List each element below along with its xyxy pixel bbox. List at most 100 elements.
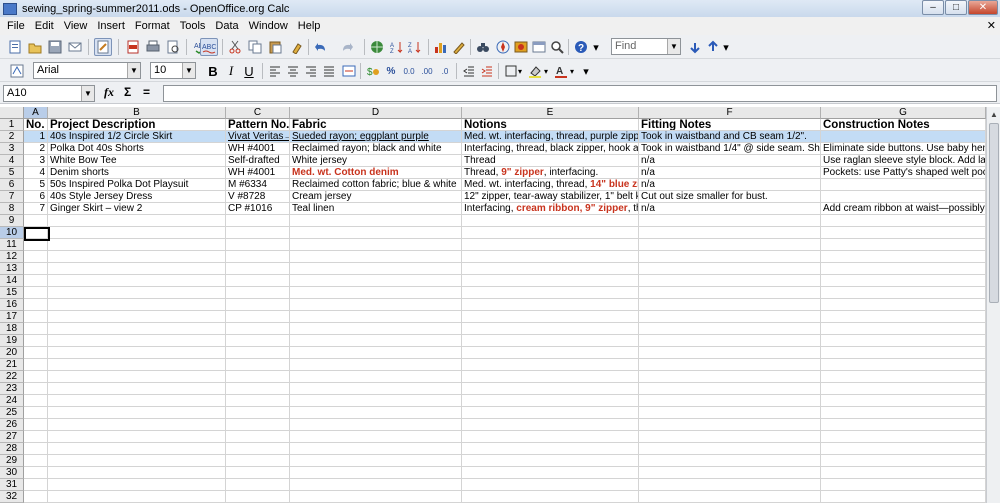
empty-cell[interactable] — [290, 215, 462, 227]
function-wizard-icon[interactable]: fx — [104, 85, 114, 100]
cell-fitting[interactable]: n/a — [639, 203, 821, 215]
menu-file[interactable]: File — [2, 20, 30, 32]
row-header-26[interactable]: 26 — [0, 419, 24, 431]
page-preview-icon[interactable] — [164, 38, 182, 56]
row-header-6[interactable]: 6 — [0, 179, 24, 191]
empty-cell[interactable] — [48, 419, 226, 431]
cell-fitting[interactable]: Took in waistband 1/4" @ side seam. Shor — [639, 143, 821, 155]
row-header-7[interactable]: 7 — [0, 191, 24, 203]
empty-cell[interactable] — [462, 239, 639, 251]
font-color-dropdown-icon[interactable]: ▾ — [568, 62, 576, 80]
empty-cell[interactable] — [290, 479, 462, 491]
find-next-icon[interactable] — [686, 38, 704, 56]
empty-cell[interactable] — [821, 227, 986, 239]
empty-cell[interactable] — [821, 395, 986, 407]
cell-fabric[interactable]: Sueded rayon; eggplant purple — [290, 131, 462, 143]
empty-cell[interactable] — [24, 359, 48, 371]
menu-tools[interactable]: Tools — [175, 20, 211, 32]
empty-cell[interactable] — [639, 335, 821, 347]
empty-cell[interactable] — [639, 383, 821, 395]
empty-cell[interactable] — [462, 383, 639, 395]
row-header-1[interactable]: 1 — [0, 119, 24, 131]
cell-notions[interactable]: 12" zipper, tear-away stabilizer, 1" bel… — [462, 191, 639, 203]
empty-cell[interactable] — [462, 311, 639, 323]
empty-cell[interactable] — [821, 491, 986, 503]
row-header-31[interactable]: 31 — [0, 479, 24, 491]
empty-cell[interactable] — [48, 455, 226, 467]
empty-cell[interactable] — [462, 467, 639, 479]
empty-cell[interactable] — [226, 395, 290, 407]
empty-cell[interactable] — [290, 395, 462, 407]
empty-cell[interactable] — [290, 419, 462, 431]
empty-cell[interactable] — [821, 467, 986, 479]
empty-cell[interactable] — [226, 455, 290, 467]
empty-cell[interactable] — [290, 299, 462, 311]
sort-descending-icon[interactable]: ZA — [406, 38, 424, 56]
cell-fitting[interactable]: n/a — [639, 179, 821, 191]
empty-cell[interactable] — [290, 323, 462, 335]
cell-no[interactable]: 4 — [24, 167, 48, 179]
empty-cell[interactable] — [48, 395, 226, 407]
empty-cell[interactable] — [226, 215, 290, 227]
sum-icon[interactable]: Σ — [124, 85, 131, 99]
empty-cell[interactable] — [639, 275, 821, 287]
cell-pattern[interactable]: CP #1016 — [226, 203, 290, 215]
formula-input[interactable] — [163, 85, 997, 102]
empty-cell[interactable] — [24, 443, 48, 455]
empty-cell[interactable] — [639, 227, 821, 239]
cell-construction[interactable]: Pockets: use Patty's shaped welt pock — [821, 167, 986, 179]
empty-cell[interactable] — [290, 239, 462, 251]
empty-cell[interactable] — [48, 251, 226, 263]
row-header-20[interactable]: 20 — [0, 347, 24, 359]
delete-decimal-icon[interactable]: .0 — [436, 62, 454, 80]
empty-cell[interactable] — [24, 491, 48, 503]
cell-construction[interactable]: Use raglan sleeve style block. Add larg — [821, 155, 986, 167]
empty-cell[interactable] — [290, 287, 462, 299]
empty-cell[interactable] — [290, 407, 462, 419]
navigator-icon[interactable] — [494, 38, 512, 56]
row-header-32[interactable]: 32 — [0, 491, 24, 503]
show-draw-functions-icon[interactable] — [450, 38, 468, 56]
select-all-corner[interactable] — [0, 107, 24, 119]
header-cell-notions[interactable]: Notions — [462, 119, 639, 131]
cell-notions[interactable]: Thread — [462, 155, 639, 167]
empty-cell[interactable] — [639, 371, 821, 383]
cell-pattern[interactable]: Vivat Veritas→ — [226, 131, 290, 143]
empty-cell[interactable] — [290, 251, 462, 263]
row-header-21[interactable]: 21 — [0, 359, 24, 371]
empty-cell[interactable] — [462, 323, 639, 335]
empty-cell[interactable] — [462, 443, 639, 455]
empty-cell[interactable] — [48, 215, 226, 227]
row-header-23[interactable]: 23 — [0, 383, 24, 395]
empty-cell[interactable] — [24, 431, 48, 443]
empty-cell[interactable] — [226, 251, 290, 263]
formatting-toolbar-overflow-icon[interactable]: ▾ — [582, 62, 590, 80]
empty-cell[interactable] — [821, 275, 986, 287]
empty-cell[interactable] — [226, 323, 290, 335]
cell-no[interactable]: 1 — [24, 131, 48, 143]
menu-window[interactable]: Window — [244, 20, 293, 32]
cell-no[interactable]: 2 — [24, 143, 48, 155]
name-box[interactable]: A10 ▼ — [3, 85, 95, 102]
cell-fitting[interactable]: Took in waistband and CB seam 1/2". — [639, 131, 821, 143]
empty-cell[interactable] — [226, 359, 290, 371]
email-document-icon[interactable] — [66, 38, 84, 56]
empty-cell[interactable] — [226, 275, 290, 287]
align-left-icon[interactable] — [266, 62, 284, 80]
empty-cell[interactable] — [639, 479, 821, 491]
column-header-f[interactable]: F — [639, 107, 821, 119]
empty-cell[interactable] — [48, 467, 226, 479]
empty-cell[interactable] — [48, 335, 226, 347]
empty-cell[interactable] — [48, 371, 226, 383]
cell-fitting[interactable]: Cut out size smaller for bust. — [639, 191, 821, 203]
cell-no[interactable]: 3 — [24, 155, 48, 167]
cell-pattern[interactable]: WH #4001 — [226, 167, 290, 179]
find-replace-icon[interactable] — [474, 38, 492, 56]
cell-fabric[interactable]: Med. wt. Cotton denim — [290, 167, 462, 179]
empty-cell[interactable] — [24, 407, 48, 419]
row-header-17[interactable]: 17 — [0, 311, 24, 323]
column-header-b[interactable]: B — [48, 107, 226, 119]
empty-cell[interactable] — [48, 359, 226, 371]
empty-cell[interactable] — [290, 467, 462, 479]
find-toolbar-overflow-icon[interactable]: ▾ — [722, 38, 730, 56]
